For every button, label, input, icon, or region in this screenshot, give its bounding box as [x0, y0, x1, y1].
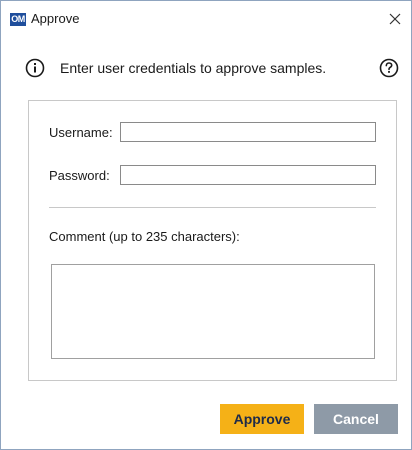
- info-row: Enter user credentials to approve sample…: [25, 57, 399, 81]
- credentials-group: Username: Password: Comment (up to 235 c…: [28, 100, 397, 381]
- app-icon: OM: [10, 13, 26, 26]
- divider: [49, 207, 376, 208]
- title-bar: OM Approve: [1, 1, 411, 39]
- close-button[interactable]: [383, 7, 407, 31]
- info-icon: [25, 58, 45, 78]
- cancel-button[interactable]: Cancel: [314, 404, 398, 434]
- close-icon: [389, 13, 401, 25]
- comment-label: Comment (up to 235 characters):: [49, 229, 240, 244]
- username-label: Username:: [49, 125, 113, 140]
- comment-textarea[interactable]: [51, 264, 375, 359]
- approve-dialog: OM Approve Enter user credentials to app…: [0, 0, 412, 450]
- password-input[interactable]: [120, 165, 376, 185]
- approve-button[interactable]: Approve: [220, 404, 304, 434]
- password-label: Password:: [49, 168, 110, 183]
- instruction-text: Enter user credentials to approve sample…: [60, 60, 327, 76]
- window-title: Approve: [31, 11, 80, 26]
- username-input[interactable]: [120, 122, 376, 142]
- help-icon[interactable]: [379, 58, 399, 78]
